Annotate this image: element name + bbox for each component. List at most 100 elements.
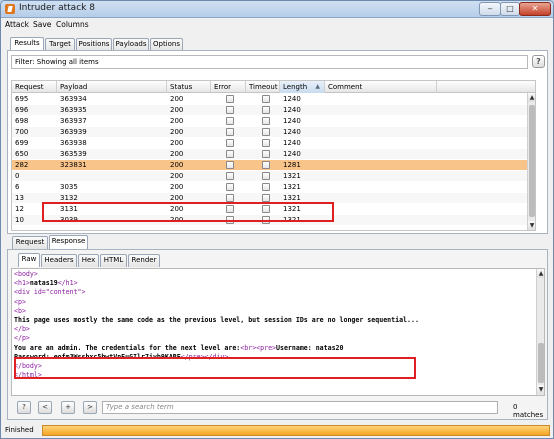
column-header-timeout[interactable]: Timeout (246, 81, 280, 93)
timeout-checkbox (262, 95, 270, 103)
cell-payload: 3035 (60, 183, 78, 191)
response-raw-viewer[interactable]: <body> <h1>natas19</h1> <div id="content">… (11, 268, 545, 396)
minimize-button[interactable]: ‒ (479, 2, 501, 16)
error-checkbox (226, 117, 234, 125)
highlight-box-selected-row (42, 202, 334, 222)
highlight-box-credentials (14, 357, 416, 379)
table-row[interactable]: 6 3035 200 1321 (12, 182, 535, 192)
tab-response[interactable]: Response (49, 235, 88, 249)
cell-status: 200 (170, 95, 184, 103)
cell-status: 200 (170, 150, 184, 158)
code-line: You are an admin. The credentials for th… (14, 344, 344, 353)
code-line: This page uses mostly the same code as t… (14, 316, 419, 325)
viewer-scrollbar-thumb[interactable] (538, 343, 544, 383)
timeout-checkbox (262, 150, 270, 158)
html-tag: <b> (14, 306, 26, 315)
search-previous-button[interactable]: < (38, 401, 52, 414)
table-row[interactable]: 0 200 1321 (12, 171, 535, 181)
tab-results[interactable]: Results (10, 37, 44, 51)
error-checkbox (226, 172, 234, 180)
search-add-button[interactable]: + (61, 401, 75, 414)
column-header-length[interactable]: Length ▲ (280, 81, 325, 93)
text-content: You are an admin. The credentials for th… (14, 343, 241, 352)
menu-columns[interactable]: Columns (56, 20, 89, 29)
cell-request: 699 (15, 139, 29, 147)
error-checkbox (226, 161, 234, 169)
error-checkbox (226, 106, 234, 114)
cell-payload: 363938 (60, 139, 87, 147)
column-header-length-label: Length (283, 83, 308, 91)
cell-payload (57, 171, 167, 181)
cell-length: 1240 (283, 106, 301, 114)
table-row[interactable]: 650 363539 200 1240 (12, 149, 535, 159)
cell-length: 1321 (283, 172, 301, 180)
tab-html[interactable]: HTML (100, 254, 127, 267)
table-row[interactable]: 699 363938 200 1240 (12, 138, 535, 148)
timeout-checkbox (262, 194, 270, 202)
error-checkbox (226, 183, 234, 191)
menu-attack[interactable]: Attack (5, 20, 29, 29)
tab-request[interactable]: Request (12, 236, 48, 249)
title-bar[interactable]: Intruder attack 8 ‒ □ ✕ (1, 1, 553, 18)
cell-payload: 323831 (60, 161, 87, 169)
cell-length: 1240 (283, 95, 301, 103)
tab-hex[interactable]: Hex (78, 254, 99, 267)
viewer-scroll-up-icon[interactable]: ▲ (537, 269, 544, 278)
menu-save[interactable]: Save (33, 20, 51, 29)
burp-app-icon (5, 4, 15, 14)
table-scrollbar[interactable]: ▲ ▼ (527, 93, 535, 230)
viewer-scroll-down-icon[interactable]: ▼ (537, 385, 544, 394)
scroll-down-icon[interactable]: ▼ (528, 221, 535, 230)
table-row[interactable]: 695 363934 200 1240 (12, 94, 535, 104)
search-input[interactable]: Type a search term (102, 401, 498, 414)
column-header-error[interactable]: Error (211, 81, 246, 93)
tab-headers[interactable]: Headers (41, 254, 77, 267)
html-tag: <h1> (14, 279, 30, 288)
table-row[interactable]: 698 363937 200 1240 (12, 116, 535, 126)
filter-bar[interactable]: Filter: Showing all items (11, 55, 528, 69)
column-header-status[interactable]: Status (167, 81, 211, 93)
timeout-checkbox (262, 183, 270, 191)
tab-raw[interactable]: Raw (18, 253, 40, 267)
timeout-checkbox (262, 172, 270, 180)
code-line: <b> (14, 307, 26, 316)
viewer-scrollbar[interactable]: ▲ ▼ (536, 269, 544, 395)
table-row[interactable]: 696 363935 200 1240 (12, 105, 535, 115)
code-line: <p> (14, 298, 26, 307)
search-next-button[interactable]: > (83, 401, 97, 414)
error-checkbox (226, 95, 234, 103)
html-tag: <body> (14, 270, 38, 278)
cell-request: 698 (15, 117, 29, 125)
text-content: This page uses mostly the same code as t… (14, 316, 419, 324)
html-tag: <br><pre> (240, 343, 277, 352)
cell-status: 200 (170, 106, 184, 114)
cell-length: 1321 (283, 183, 301, 191)
cell-request: 696 (15, 106, 29, 114)
html-tag: <p> (14, 297, 26, 306)
column-header-request[interactable]: Request (12, 81, 57, 93)
scrollbar-thumb[interactable] (529, 105, 535, 217)
column-header-comment[interactable]: Comment (325, 81, 437, 93)
cell-status: 200 (170, 183, 184, 191)
maximize-button[interactable]: □ (500, 2, 520, 16)
cell-status: 200 (170, 161, 184, 169)
column-header-payload[interactable]: Payload (57, 81, 167, 93)
cell-status: 200 (170, 117, 184, 125)
cell-length: 1240 (283, 117, 301, 125)
table-row[interactable]: 700 363939 200 1240 (12, 127, 535, 137)
error-checkbox (226, 139, 234, 147)
tab-render[interactable]: Render (128, 254, 160, 267)
timeout-checkbox (262, 128, 270, 136)
code-line: </p> (14, 334, 30, 343)
table-row[interactable]: 282 323831 200 1281 (12, 160, 535, 170)
cell-request: 650 (15, 150, 29, 158)
search-help-button[interactable]: ? (17, 401, 31, 414)
cell-length: 1240 (283, 139, 301, 147)
progress-bar (42, 425, 550, 436)
help-icon[interactable]: ? (532, 55, 545, 68)
close-button[interactable]: ✕ (519, 2, 551, 16)
response-panel: Raw Headers Hex HTML Render <body> <h1>na… (7, 249, 548, 420)
cell-status: 200 (170, 139, 184, 147)
cell-payload: 363539 (60, 150, 87, 158)
scroll-up-icon[interactable]: ▲ (528, 93, 535, 102)
